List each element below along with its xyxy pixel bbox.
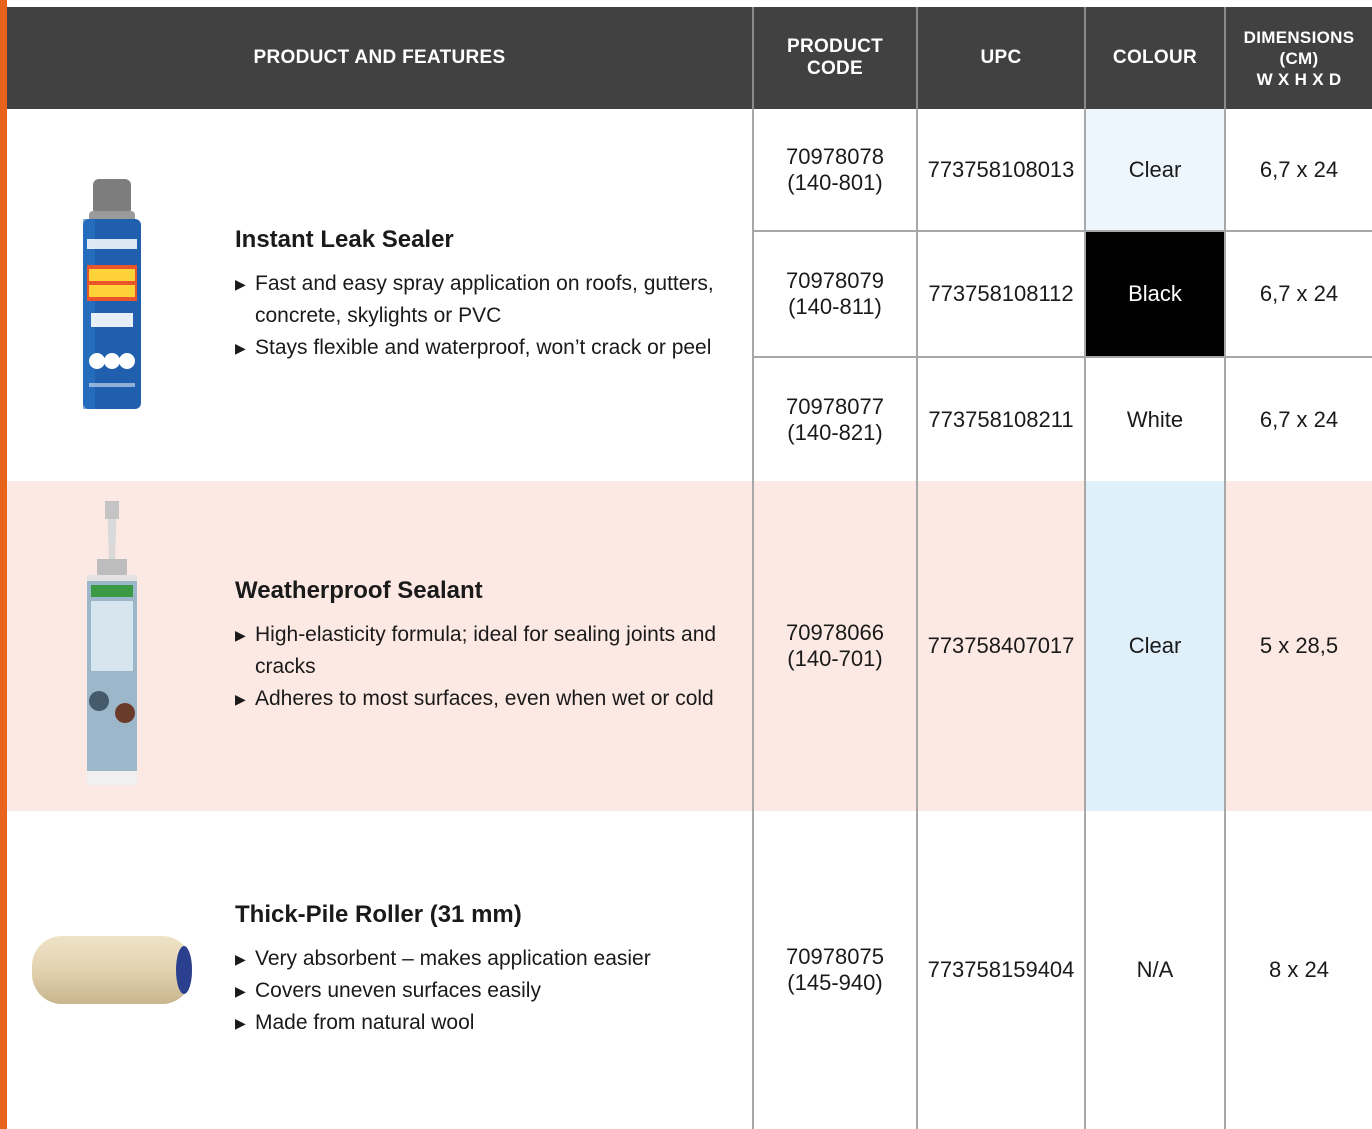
product-code: 70978077 [786, 393, 884, 419]
product-title: Instant Leak Sealer [235, 226, 454, 253]
product-title: Weatherproof Sealant [235, 577, 483, 604]
bullet-icon: ▶ [235, 951, 246, 967]
feature-item: ▶ Adheres to most surfaces, even when wet… [235, 683, 725, 715]
feature-item: ▶ Covers uneven surfaces easily [235, 975, 725, 1007]
product-code-sub: (140-701) [787, 646, 883, 671]
product-code-sub: (140-801) [787, 169, 883, 195]
header-dimensions-line2: (CM) [1279, 48, 1319, 68]
upc-cell: 773758407017 [916, 481, 1085, 811]
bullet-icon: ▶ [235, 276, 246, 292]
header-colour: COLOUR [1084, 7, 1225, 109]
colour-cell: White [1084, 356, 1225, 481]
bullet-icon: ▶ [235, 627, 246, 643]
upc-cell: 773758108013 [916, 109, 1085, 231]
product-cell-weatherproof-sealant: Weatherproof Sealant ▶ High-elasticity fo… [7, 481, 753, 811]
dimensions-cell: 6,7 x 24 [1224, 356, 1372, 481]
spray-can-icon [83, 179, 141, 409]
paint-roller-icon [32, 936, 192, 1004]
product-code-cell: 70978078 (140-801) [752, 109, 917, 231]
product-code: 70978079 [786, 268, 884, 293]
colour-cell: Clear [1084, 109, 1225, 231]
colour-cell: N/A [1084, 811, 1225, 1129]
bullet-icon: ▶ [235, 983, 246, 999]
product-title: Thick-Pile Roller (31 mm) [235, 901, 522, 928]
dimensions-cell: 6,7 x 24 [1224, 230, 1372, 357]
dimensions-cell: 5 x 28,5 [1224, 481, 1372, 811]
feature-text: Fast and easy spray application on roofs… [255, 272, 714, 327]
product-code-cell: 70978066 (140-701) [752, 481, 917, 811]
bullet-icon: ▶ [235, 340, 246, 356]
feature-text: Covers uneven surfaces easily [255, 979, 541, 1002]
feature-item: ▶ Fast and easy spray application on roof… [235, 268, 725, 332]
product-code: 70978075 [786, 944, 884, 969]
top-strip [7, 0, 1372, 7]
header-upc: UPC [916, 7, 1085, 109]
product-code: 70978078 [786, 143, 884, 169]
feature-list: ▶ High-elasticity formula; ideal for seal… [235, 619, 725, 715]
upc-cell: 773758159404 [916, 811, 1085, 1129]
product-code-cell: 70978075 (145-940) [752, 811, 917, 1129]
header-dimensions: DIMENSIONS (CM) W x H x D [1224, 7, 1372, 109]
feature-list: ▶ Fast and easy spray application on roof… [235, 268, 725, 364]
dimensions-cell: 6,7 x 24 [1224, 109, 1372, 231]
upc-cell: 773758108211 [916, 356, 1085, 481]
upc-cell: 773758108112 [916, 230, 1085, 357]
header-product-code: PRODUCT CODE [752, 7, 917, 109]
feature-text: Very absorbent – makes application easie… [255, 947, 651, 970]
sealant-tube-image [7, 501, 217, 791]
feature-item: ▶ Very absorbent – makes application easi… [235, 943, 725, 975]
table-row: Instant Leak Sealer ▶ Fast and easy spray… [7, 109, 1372, 409]
feature-item: ▶ High-elasticity formula; ideal for seal… [235, 619, 725, 683]
dimensions-cell: 8 x 24 [1224, 811, 1372, 1129]
product-table: PRODUCT AND FEATURES PRODUCT CODE UPC CO… [7, 7, 1372, 1129]
feature-text: Stays flexible and waterproof, won’t cra… [255, 336, 712, 359]
product-code-sub: (140-821) [787, 419, 883, 445]
roller-image [7, 930, 217, 1010]
product-code-cell: 70978079 (140-811) [752, 230, 917, 357]
product-code: 70978066 [786, 620, 884, 645]
header-dimensions-line3: W x H x D [1256, 69, 1342, 89]
feature-list: ▶ Very absorbent – makes application easi… [235, 943, 725, 1039]
header-product: PRODUCT AND FEATURES [7, 7, 753, 109]
product-code-sub: (145-940) [787, 970, 883, 995]
feature-item: ▶ Made from natural wool [235, 1007, 725, 1039]
colour-cell: Black [1084, 230, 1225, 357]
feature-text: High-elasticity formula; ideal for seali… [255, 623, 717, 678]
caulk-tube-icon [87, 501, 137, 785]
colour-cell: Clear [1084, 481, 1225, 811]
header-dimensions-line1: DIMENSIONS [1243, 27, 1355, 47]
accent-bar [0, 0, 7, 1129]
product-cell-leak-sealer: Instant Leak Sealer ▶ Fast and easy spray… [7, 109, 753, 481]
feature-item: ▶ Stays flexible and waterproof, won’t cr… [235, 332, 725, 364]
table-row: Weatherproof Sealant ▶ High-elasticity fo… [7, 481, 1372, 811]
feature-text: Adheres to most surfaces, even when wet … [255, 687, 714, 710]
header-row: PRODUCT AND FEATURES PRODUCT CODE UPC CO… [7, 7, 1372, 109]
feature-text: Made from natural wool [255, 1011, 475, 1034]
bullet-icon: ▶ [235, 691, 246, 707]
bullet-icon: ▶ [235, 1015, 246, 1031]
product-cell-roller: Thick-Pile Roller (31 mm) ▶ Very absorben… [7, 811, 753, 1129]
product-code-sub: (140-811) [788, 294, 882, 319]
leak-sealer-can-image [7, 177, 217, 413]
table-row: Thick-Pile Roller (31 mm) ▶ Very absorben… [7, 811, 1372, 1129]
product-code-cell: 70978077 (140-821) [752, 356, 917, 481]
